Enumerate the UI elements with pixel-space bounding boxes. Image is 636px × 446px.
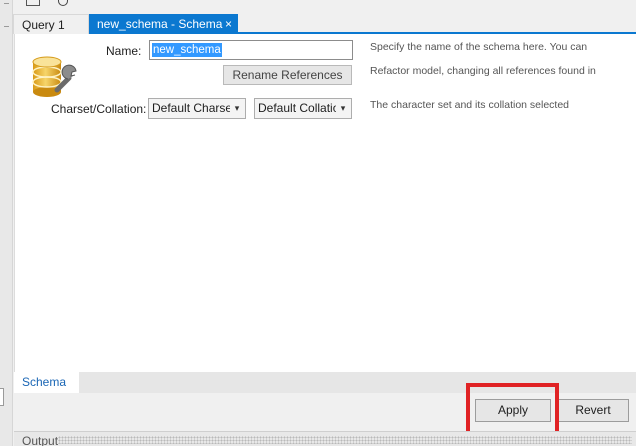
name-label: Name: [106,44,142,58]
tab-schema[interactable]: Schema [14,372,79,393]
side-panel-handle[interactable] [0,388,4,406]
schema-name-input[interactable]: new_schema [149,40,353,60]
reconnect-icon[interactable] [56,0,70,6]
name-help-line-2: Refactor model, changing all references … [370,65,596,77]
toolbar-tick [4,26,9,27]
top-toolbar [13,0,636,12]
apply-highlight-box [466,383,559,438]
document-tabbar: Query 1 new_schema - Schema × [13,12,636,34]
name-help-line-1: Specify the name of the schema here. You… [370,41,588,53]
tab-new-schema-label: new_schema - Schema [97,17,223,31]
sql-editor-icon[interactable] [26,0,40,6]
tab-query-1-label: Query 1 [22,18,65,32]
left-navigator-strip [0,0,13,446]
chevron-down-icon: ▾ [336,99,350,118]
tab-query-1[interactable]: Query 1 [13,14,89,34]
charset-selected-value: Default Charset [152,101,236,115]
toolbar-tick [4,3,9,4]
charset-select[interactable]: Default Charset ▾ [148,98,246,119]
close-tab-icon[interactable]: × [225,14,232,34]
collation-select[interactable]: Default Collation ▾ [254,98,352,119]
rename-references-button[interactable]: Rename References [223,65,352,85]
schema-editor-panel: Name: new_schema Rename References Chars… [14,34,636,372]
output-resize-grip[interactable] [58,436,632,444]
tab-new-schema[interactable]: new_schema - Schema × [89,14,238,34]
revert-button[interactable]: Revert [557,399,629,422]
chevron-down-icon: ▾ [230,99,244,118]
charset-help-text: The character set and its collation sele… [370,99,570,111]
charset-collation-label: Charset/Collation: [51,102,147,116]
output-label: Output [22,434,59,446]
collation-selected-value: Default Collation [258,101,347,115]
database-wrench-icon [32,56,77,97]
output-panel-header: Output [14,431,636,446]
schema-name-value: new_schema [152,43,222,57]
